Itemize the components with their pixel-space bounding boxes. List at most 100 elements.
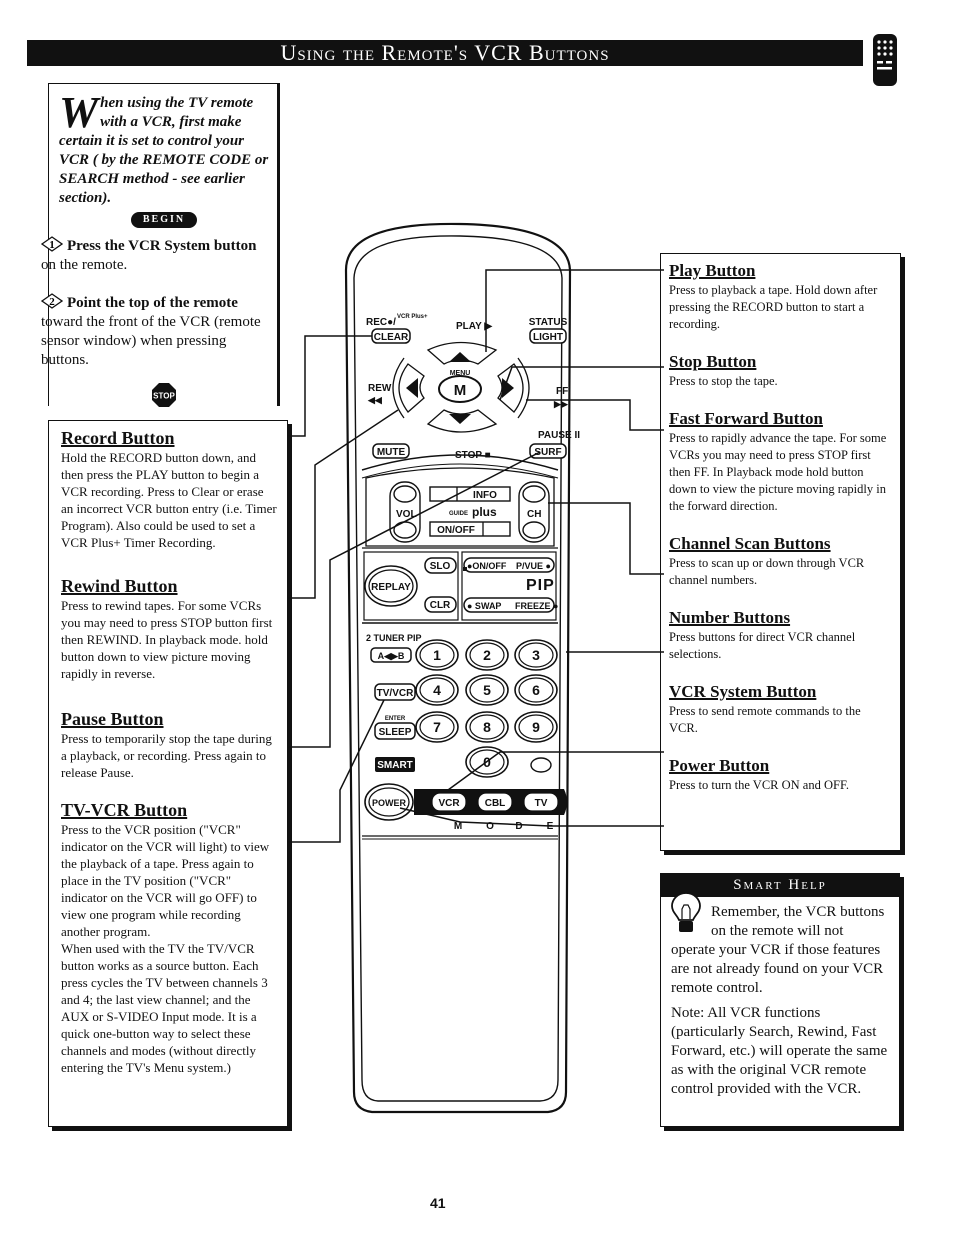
svg-text:STOP: STOP [153,392,175,401]
dropcap: W [59,88,99,137]
smart-help-body: Remember, the VCR buttons on the remote … [661,892,899,1099]
stop-label: STOP ■ [455,450,491,461]
page-number: 41 [430,1195,446,1211]
svg-text:1: 1 [49,239,55,251]
smart-help-paragraph-1: Remember, the VCR buttons on the remote … [671,904,885,996]
rewind-button-section: Rewind Button Press to rewind tapes. For… [61,573,277,682]
number-button-8[interactable] [465,711,509,743]
stop-button-section: Stop Button Press to stop the tape. [669,349,890,390]
ff-icon: ▶▶ [553,399,569,409]
ch-down-button[interactable] [522,521,546,539]
tv-vcr-button[interactable] [374,683,416,701]
ch-up-button[interactable] [522,485,546,503]
surf-button[interactable] [529,443,567,459]
number-button-3[interactable] [514,639,558,671]
rew-label: REW [368,383,392,394]
number-button-5[interactable] [465,674,509,706]
svg-text:2: 2 [49,296,55,308]
vcr-plus-label: VCR Plus+ [397,314,428,320]
vol-label: VOL [396,509,417,520]
clr-button[interactable] [424,596,457,613]
smart-help-box: Smart Help Remember, the VCR buttons on … [660,873,900,1127]
step-2-bold: Point the top of the remote [67,295,238,311]
clear-button[interactable] [371,328,411,344]
section-heading: Number Buttons [669,608,791,627]
smart-button[interactable] [375,757,415,772]
ff-label: FF [556,386,568,397]
intro-paragraph: When using the TV remote with a VCR, fir… [59,88,269,208]
pause-button-section: Pause Button Press to temporarily stop t… [61,706,277,781]
vol-up-button[interactable] [393,485,417,503]
ff-right-button[interactable] [497,363,524,413]
power-button[interactable] [364,783,414,821]
step-number-diamond-icon: 1 [41,236,63,252]
number-buttons-section: Number Buttons Press buttons for direct … [669,605,890,663]
vol-down-button[interactable] [393,521,417,539]
number-button-2[interactable] [465,639,509,671]
ab-button[interactable] [370,647,412,663]
step-number-diamond-icon: 2 [41,293,63,309]
light-button[interactable] [529,328,567,344]
tv-vcr-button-section: TV-VCR Button Press to the VCR position … [61,797,277,1076]
number-button-0[interactable] [465,746,509,778]
callout-ff [526,399,664,431]
smart-help-paragraph-2: Note: All VCR functions (particularly Se… [671,1005,888,1097]
record-button-section: Record Button Hold the RECORD button dow… [61,425,277,551]
page-title: Using the Remote's VCR Buttons [280,40,610,65]
fast-forward-button-section: Fast Forward Button Press to rapidly adv… [669,406,890,515]
guide-label: GUIDE [449,511,468,517]
stop-sign-icon: STOP [152,383,176,407]
rewind-left-button[interactable] [398,363,425,413]
right-descriptions-box: Play Button Press to playback a tape. Ho… [660,253,901,851]
rec-label: REC●/ [366,317,396,328]
mode-letter: E [547,821,554,832]
indicator-button[interactable] [530,757,552,773]
play-button-section: Play Button Press to playback a tape. Ho… [669,258,890,333]
mute-button[interactable] [372,443,410,459]
guide-plus-label: plus [472,505,497,519]
number-button-1[interactable] [415,639,459,671]
number-button-4[interactable] [415,674,459,706]
callout-record [288,335,372,437]
sleep-button[interactable] [374,722,416,740]
section-heading: Record Button [61,428,175,448]
play-up-button[interactable] [426,341,498,365]
intro-box: When using the TV remote with a VCR, fir… [41,83,280,407]
section-text: Press to rapidly advance the tape. For s… [669,431,887,513]
play-label: PLAY ▶ [456,321,493,332]
number-button-9[interactable] [514,711,558,743]
mode-letter: D [515,821,522,832]
step-1-bold: Press the VCR System button [67,238,257,254]
stop-down-button[interactable] [426,409,498,433]
channel-scan-buttons-section: Channel Scan Buttons Press to scan up or… [669,531,890,589]
section-heading: TV-VCR Button [61,800,188,820]
section-heading: Pause Button [61,709,164,729]
tuner-pip-label: 2 TUNER PIP [366,633,422,643]
section-heading: VCR System Button [669,682,817,701]
ch-label: CH [527,509,541,520]
replay-button[interactable] [364,565,418,607]
begin-badge: BEGIN [131,212,197,228]
section-text: Press to scan up or down through VCR cha… [669,556,865,587]
menu-button[interactable] [438,375,482,403]
number-button-7[interactable] [415,711,459,743]
pause-label: PAUSE II [538,430,580,441]
section-text: Press to rewind tapes. For some VCRs you… [61,598,273,681]
power-button-section: Power Button Press to turn the VCR ON an… [669,753,890,794]
section-text: Press to turn the VCR ON and OFF. [669,778,850,792]
pip-label: PIP [526,577,555,594]
guide-onoff-button[interactable] [429,521,511,537]
section-text-2: When used with the TV the TV/VCR button … [61,941,268,1075]
section-heading: Channel Scan Buttons [669,534,831,553]
mode-vcr-button[interactable] [431,792,467,812]
section-heading: Stop Button [669,352,757,371]
rew-icon: ◀◀ [367,395,383,405]
pip-swap-freeze-button[interactable] [463,597,555,613]
mode-tv-button[interactable] [523,792,559,812]
pip-onoff-pvue-button[interactable] [463,557,555,573]
info-button[interactable] [429,486,511,502]
number-button-6[interactable] [514,674,558,706]
slo-button[interactable] [424,557,457,574]
callout-channel-scan [548,502,664,575]
mode-cbl-button[interactable] [477,792,513,812]
